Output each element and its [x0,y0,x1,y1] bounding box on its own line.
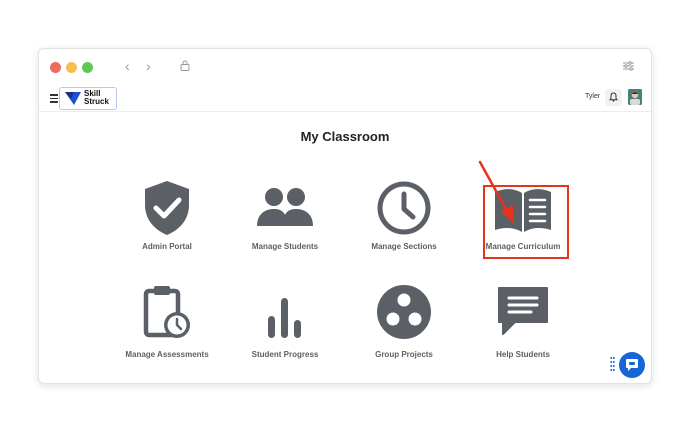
users-icon [257,188,313,226]
tile-label: Group Projects [375,350,433,359]
tile-admin-portal[interactable]: Admin Portal [112,180,222,270]
app-header: Skill Struck Tyler [39,85,651,112]
minimize-window-button[interactable] [66,62,77,73]
tile-manage-students[interactable]: Manage Students [230,180,340,270]
clipboard-clock-icon [143,286,190,338]
tile-help-students[interactable]: Help Students [468,284,578,374]
tile-label: Manage Sections [371,242,437,251]
chat-bubble-icon [626,359,638,371]
logo-line-2: Struck [84,97,109,106]
tile-group-projects[interactable]: Group Projects [349,284,459,374]
tile-manage-sections[interactable]: Manage Sections [349,180,459,270]
maximize-window-button[interactable] [82,62,93,73]
chevron-right-icon[interactable]: › [146,58,151,74]
chat-message-icon [498,287,548,335]
chat-support-button[interactable] [619,352,645,378]
tile-student-progress[interactable]: Student Progress [230,284,340,374]
tile-label: Manage Students [251,242,319,251]
sliders-icon[interactable] [623,61,634,71]
logo-text: Skill Struck [84,90,109,106]
tile-label: Manage Assessments [125,350,209,359]
drag-handle-icon[interactable] [610,356,615,372]
group-circles-icon [377,285,431,339]
bar-chart-icon [268,298,301,338]
annotation-arrow-icon [478,160,513,223]
tile-manage-assessments[interactable]: Manage Assessments [112,284,222,374]
browser-window: ‹ › Skill Struck Tyler My Classroom Admi… [38,48,652,384]
clock-icon [377,181,431,235]
user-avatar[interactable] [628,89,642,105]
bell-icon [609,92,618,102]
shield-check-icon [145,181,189,235]
tile-label: Admin Portal [142,242,192,251]
tile-label: Student Progress [251,350,319,359]
close-window-button[interactable] [50,62,61,73]
user-name[interactable]: Tyler [585,93,600,100]
chevron-left-icon[interactable]: ‹ [125,58,130,74]
lock-icon [180,60,190,71]
tile-label: Help Students [496,350,550,359]
skillstruck-logo[interactable]: Skill Struck [59,87,117,110]
notifications-button[interactable] [605,89,622,106]
hamburger-menu-icon[interactable] [50,94,58,105]
avatar-image [628,89,642,105]
browser-titlebar: ‹ › [39,49,651,85]
page-title: My Classroom [300,129,390,144]
logo-mark-icon [65,92,81,105]
